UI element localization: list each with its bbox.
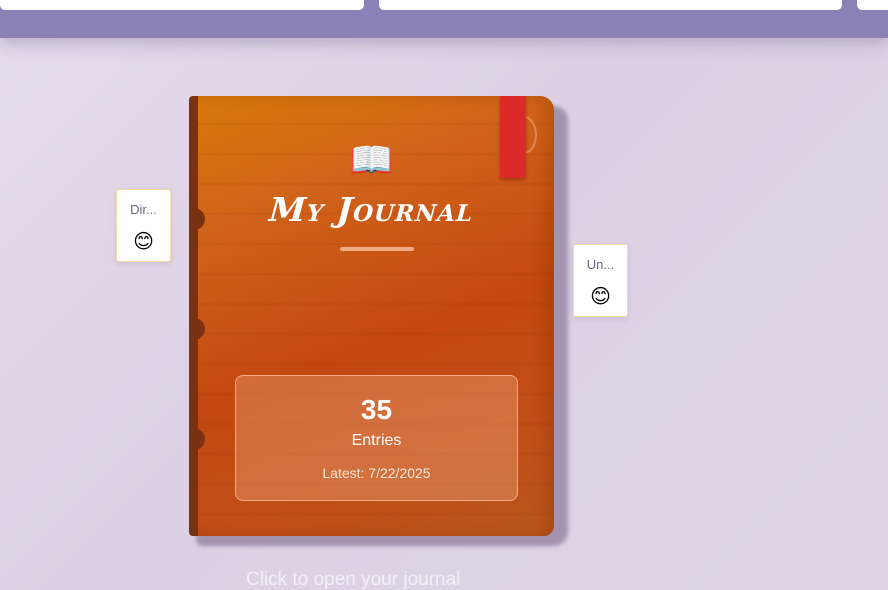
note-title: Un... bbox=[586, 257, 615, 272]
smiling-face-icon: 😊 bbox=[133, 231, 154, 253]
top-card-2[interactable] bbox=[379, 0, 842, 10]
journal-entry-note[interactable]: Un... 😊 bbox=[573, 244, 628, 317]
top-card-1[interactable] bbox=[0, 0, 364, 10]
entries-label: Entries bbox=[351, 432, 402, 449]
latest-entry-date: Latest: 7/22/2025 bbox=[322, 465, 431, 481]
journal-stats-panel: 35 Entries Latest: 7/22/2025 bbox=[235, 375, 518, 501]
binder-ring bbox=[191, 428, 205, 450]
top-toolbar bbox=[0, 0, 888, 38]
binder-ring bbox=[191, 318, 205, 340]
note-title: Dir... bbox=[130, 202, 157, 217]
journal-book-cover[interactable]: 📖 My Journal 35 Entries Latest: 7/22/202… bbox=[189, 96, 554, 536]
open-book-icon: 📖 bbox=[349, 139, 394, 180]
journal-title: My Journal bbox=[267, 190, 476, 229]
smiling-face-icon: 😊 bbox=[590, 286, 611, 308]
top-card-3[interactable] bbox=[857, 0, 888, 10]
journal-entry-note[interactable]: Dir... 😊 bbox=[116, 189, 171, 262]
entry-count: 35 bbox=[360, 394, 393, 425]
title-divider bbox=[340, 247, 414, 251]
open-journal-hint: Click to open your journal bbox=[246, 569, 461, 590]
